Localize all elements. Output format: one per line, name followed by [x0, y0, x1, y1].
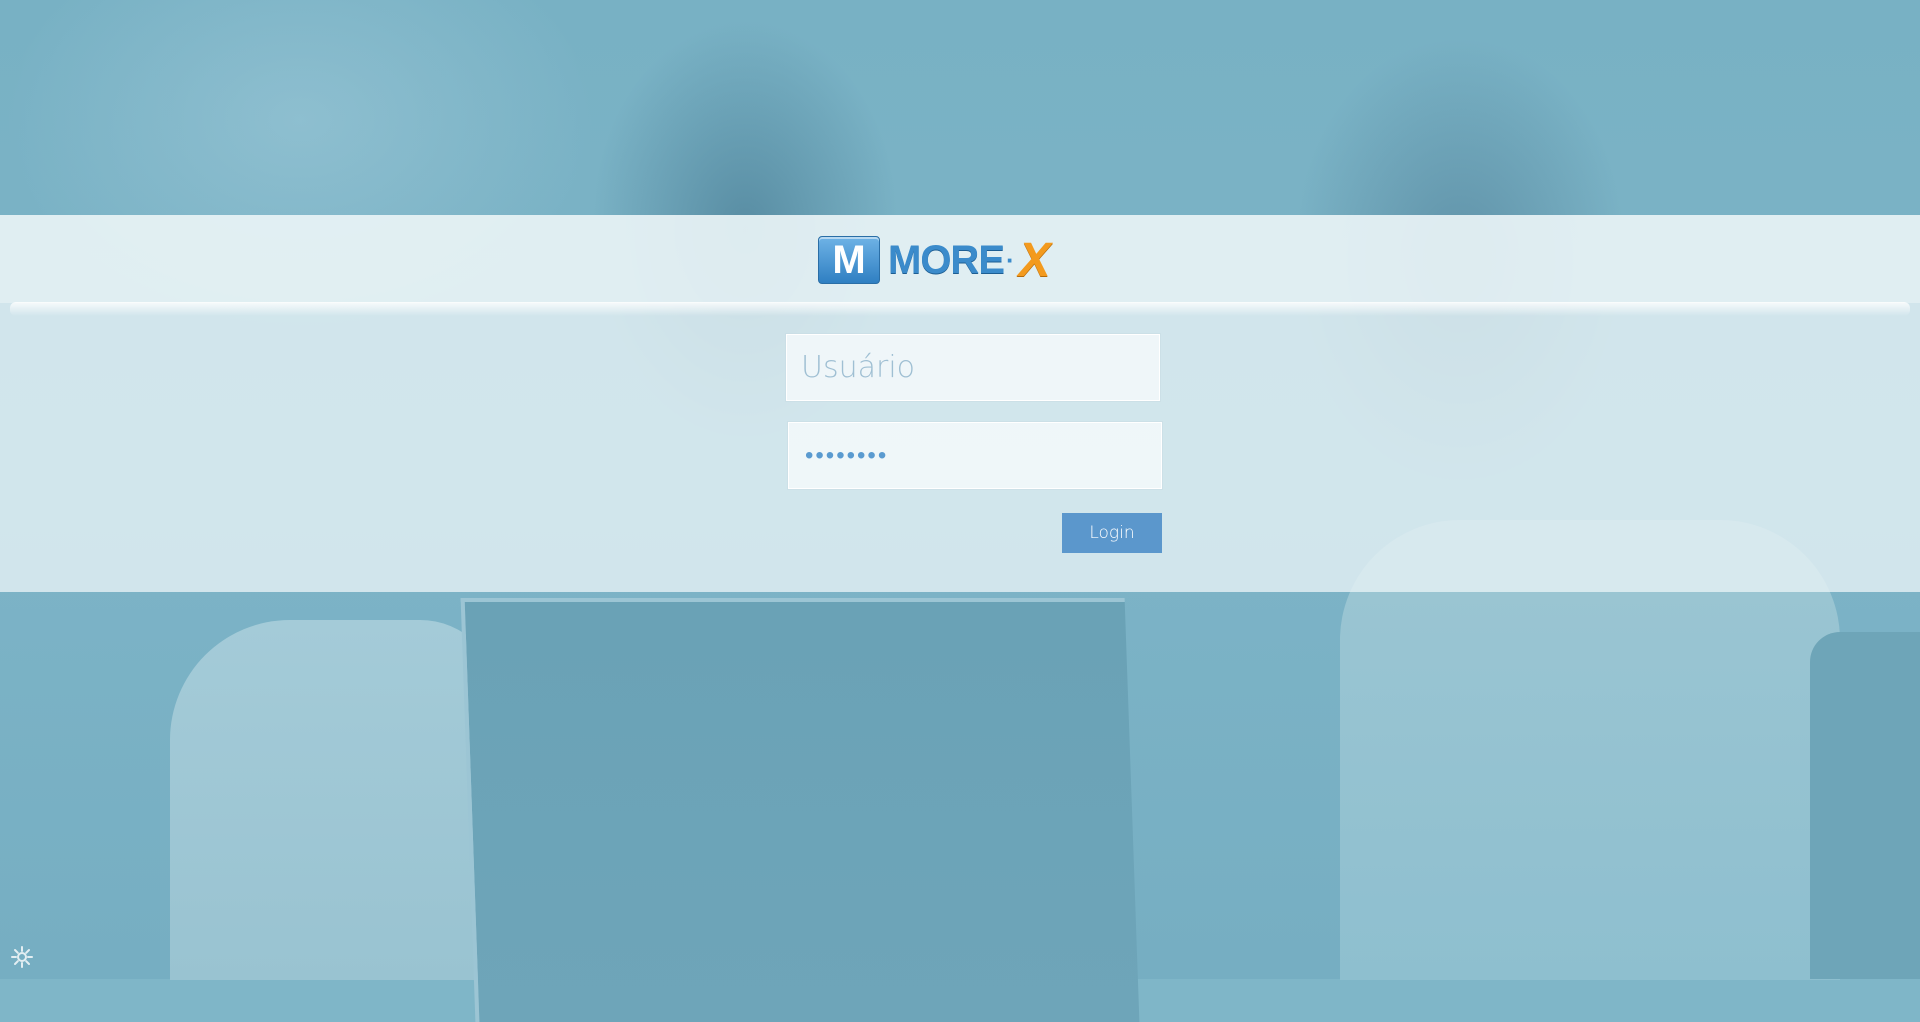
- password-field-box: [787, 421, 1163, 490]
- logo-word: MORE: [888, 237, 1005, 282]
- background-chair: [1810, 632, 1920, 979]
- logo-separator: ·: [1006, 244, 1015, 275]
- username-input[interactable]: [787, 335, 1159, 400]
- background-laptop: [460, 598, 1140, 1022]
- password-input[interactable]: [789, 423, 1161, 488]
- background-person-left: [170, 620, 500, 980]
- morex-logo: M MORE · X: [818, 234, 1051, 287]
- logo-x: X: [1018, 233, 1051, 287]
- settings-gear-icon[interactable]: [10, 946, 34, 970]
- logo-mark: M: [818, 236, 880, 284]
- band-highlight-line: [10, 302, 1910, 316]
- login-button[interactable]: Login: [1062, 513, 1162, 553]
- username-field-box: [785, 333, 1161, 402]
